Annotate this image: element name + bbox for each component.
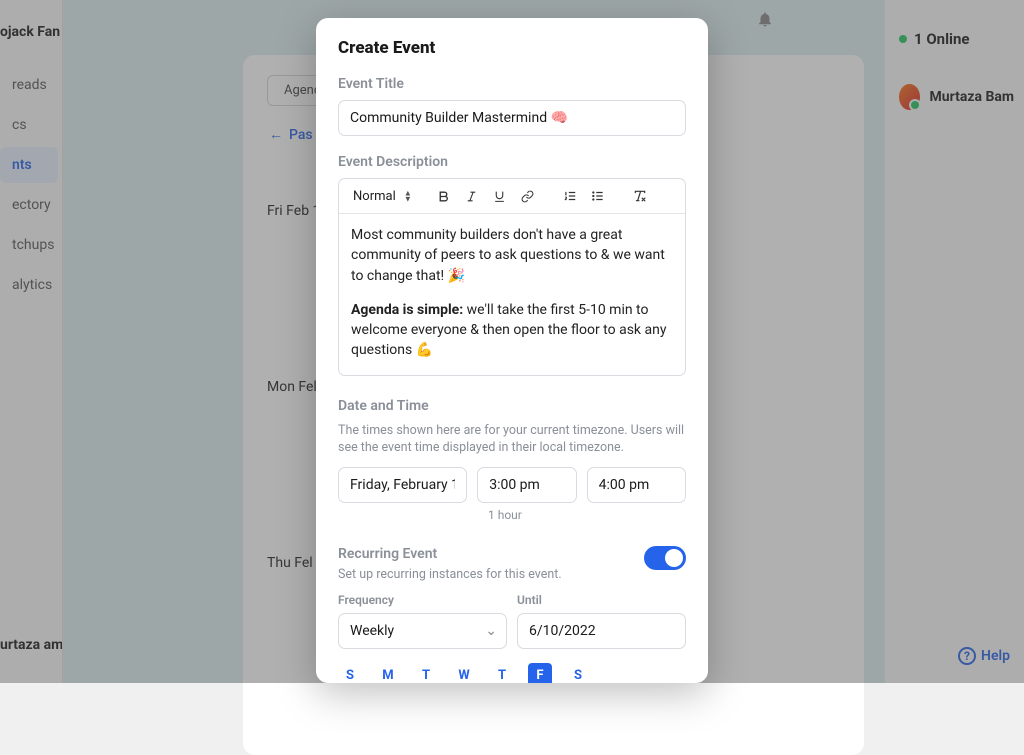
recurring-helper: Set up recurring instances for this even… — [338, 566, 644, 584]
description-paragraph: Most community builders don't have a gre… — [351, 225, 673, 286]
modal-title: Create Event — [338, 38, 686, 58]
recurring-toggle[interactable] — [644, 546, 686, 570]
event-title-label: Event Title — [338, 76, 686, 92]
editor-content[interactable]: Most community builders don't have a gre… — [339, 214, 685, 375]
event-title-input[interactable] — [338, 100, 686, 136]
day-tue[interactable]: T — [414, 663, 438, 683]
start-time-input[interactable] — [477, 467, 576, 503]
frequency-label: Frequency — [338, 593, 507, 607]
day-fri[interactable]: F — [528, 663, 552, 683]
until-label: Until — [517, 593, 686, 607]
event-description-label: Event Description — [338, 154, 686, 170]
bullet-list-button[interactable] — [586, 184, 610, 208]
ordered-list-button[interactable] — [558, 184, 582, 208]
rich-text-editor: Normal ▲▼ Most community builders don't … — [338, 178, 686, 376]
until-date-input[interactable] — [517, 613, 686, 649]
bold-button[interactable] — [432, 184, 456, 208]
clear-format-button[interactable] — [628, 184, 652, 208]
day-sun[interactable]: S — [338, 663, 362, 683]
description-paragraph: Agenda is simple: we'll take the first 5… — [351, 300, 673, 361]
end-time-input[interactable] — [587, 467, 686, 503]
format-select[interactable]: Normal ▲▼ — [347, 188, 418, 204]
date-time-label: Date and Time — [338, 398, 686, 414]
underline-button[interactable] — [488, 184, 512, 208]
create-event-modal: Create Event Event Title Event Descripti… — [316, 18, 708, 683]
day-wed[interactable]: W — [452, 663, 476, 683]
day-sat[interactable]: S — [566, 663, 590, 683]
italic-button[interactable] — [460, 184, 484, 208]
sort-arrows-icon: ▲▼ — [404, 190, 412, 201]
day-thu[interactable]: T — [490, 663, 514, 683]
timezone-helper: The times shown here are for your curren… — [338, 422, 686, 457]
frequency-select[interactable]: Weekly — [338, 613, 507, 649]
recurring-label: Recurring Event — [338, 546, 644, 562]
duration-label: 1 hour — [488, 508, 686, 522]
link-button[interactable] — [516, 184, 540, 208]
day-of-week-picker: S M T W T F S — [338, 663, 686, 683]
editor-toolbar: Normal ▲▼ — [339, 179, 685, 214]
day-mon[interactable]: M — [376, 663, 400, 683]
event-date-input[interactable] — [338, 467, 467, 503]
